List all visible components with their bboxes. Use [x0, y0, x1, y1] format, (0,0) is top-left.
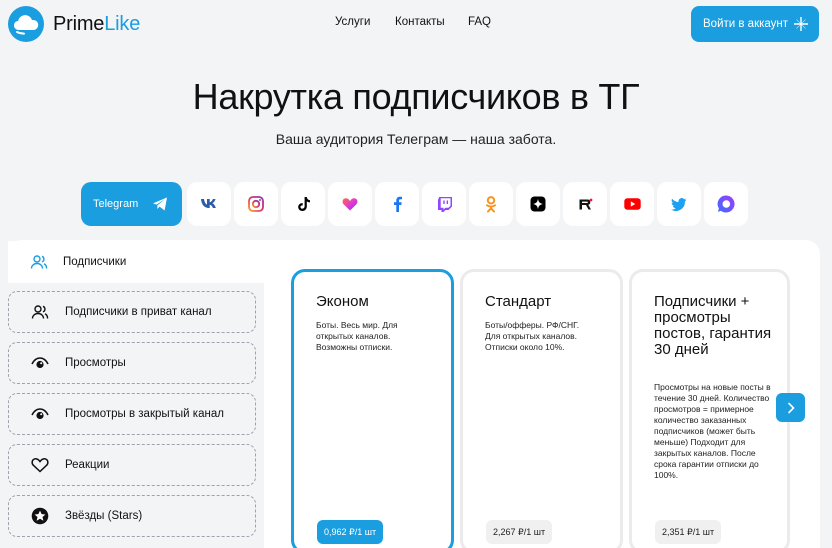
tariff-title: Стандарт	[485, 293, 552, 310]
tab-telegram-label: Telegram	[93, 198, 139, 210]
tariff-description: Боты. Весь мир. Для открытых каналов. Во…	[316, 320, 398, 352]
sidebar-item-stars[interactable]: Звёзды (Stars)	[8, 495, 256, 537]
tab-max[interactable]	[704, 182, 748, 226]
tab-twitter[interactable]	[657, 182, 701, 226]
tab-instagram[interactable]	[234, 182, 278, 226]
users-icon	[31, 303, 49, 321]
sidebar-item-private-views[interactable]: Просмотры в закрытый канал	[8, 393, 256, 435]
star-icon	[31, 507, 49, 525]
users-icon	[30, 253, 48, 271]
sidebar-item-reactions[interactable]: Реакции	[8, 444, 256, 486]
facebook-icon	[393, 196, 402, 212]
eye-icon	[31, 405, 49, 423]
login-label: Войти в аккаунт	[703, 18, 789, 30]
telegram-icon	[153, 197, 167, 211]
tariff-card-subscribers-views[interactable]: Подписчики + просмотры постов, гарантия …	[629, 269, 790, 548]
sidebar-item-views[interactable]: Просмотры	[8, 342, 256, 384]
tariff-title: Подписчики + просмотры постов, гарантия …	[654, 293, 772, 358]
vk-icon	[201, 199, 216, 208]
chevron-right-icon	[787, 402, 795, 413]
sidebar-item-private-subscribers[interactable]: Подписчики в приват канал	[8, 291, 256, 333]
sidebar-item-label: Просмотры	[65, 357, 126, 369]
tab-dzen[interactable]	[516, 182, 560, 226]
tariff-price: 2,267 ₽/1 шт	[486, 520, 553, 544]
sidebar-item-label: Подписчики	[63, 256, 127, 268]
eye-icon	[31, 354, 49, 372]
heart-icon	[31, 456, 49, 474]
tab-rutube[interactable]	[563, 182, 607, 226]
sidebar-item-label: Звёзды (Stars)	[65, 510, 143, 522]
tariff-card-standard[interactable]: Стандарт Боты/офферы. РФ/СНГ. Для открыт…	[460, 269, 623, 548]
site-header: PrimeLike Услуги Контакты FAQ Войти в ак…	[0, 0, 832, 48]
sidebar-item-subscribers[interactable]: Подписчики	[8, 241, 264, 283]
tariff-price: 2,351 ₽/1 шт	[655, 520, 722, 544]
carousel-next-button[interactable]	[776, 393, 805, 422]
instagram-icon	[248, 196, 264, 212]
tariff-title: Эконом	[316, 293, 369, 310]
tab-odnoklassniki[interactable]	[469, 182, 513, 226]
dzen-icon	[530, 196, 546, 212]
twitch-icon	[437, 197, 452, 212]
odnoklassniki-icon	[486, 195, 496, 212]
tariff-card-economy[interactable]: Эконом Боты. Весь мир. Для открытых кана…	[291, 269, 454, 548]
tab-likee[interactable]	[328, 182, 372, 226]
sidebar-item-label: Подписчики в приват канал	[65, 306, 212, 318]
login-button[interactable]: Войти в аккаунт	[691, 6, 819, 42]
tariff-description: Просмотры на новые посты в течение 30 дн…	[654, 382, 771, 480]
tab-youtube[interactable]	[610, 182, 654, 226]
plus-icon	[794, 17, 808, 31]
likee-icon	[342, 198, 358, 211]
tab-vk[interactable]	[187, 182, 231, 226]
tab-twitch[interactable]	[422, 182, 466, 226]
nav-faq[interactable]: FAQ	[468, 16, 491, 28]
tiktok-icon	[297, 196, 310, 211]
nav-services[interactable]: Услуги	[335, 16, 370, 28]
rutube-icon	[579, 198, 592, 209]
tariff-price: 0,962 ₽/1 шт	[317, 520, 384, 544]
max-icon	[717, 195, 735, 213]
tab-facebook[interactable]	[375, 182, 419, 226]
youtube-icon	[623, 198, 641, 210]
sidebar-item-label: Реакции	[65, 459, 110, 471]
tariff-description: Боты/офферы. РФ/СНГ. Для открытых канало…	[485, 320, 580, 352]
twitter-icon	[671, 197, 687, 211]
sidebar-item-label: Просмотры в закрытый канал	[65, 408, 224, 420]
page-title: Накрутка подписчиков в ТГ	[192, 76, 640, 117]
tab-tiktok[interactable]	[281, 182, 325, 226]
nav-contacts[interactable]: Контакты	[395, 16, 445, 28]
page-subtitle: Ваша аудитория Телеграм — наша забота.	[275, 131, 557, 147]
tab-telegram[interactable]: Telegram	[81, 182, 182, 226]
